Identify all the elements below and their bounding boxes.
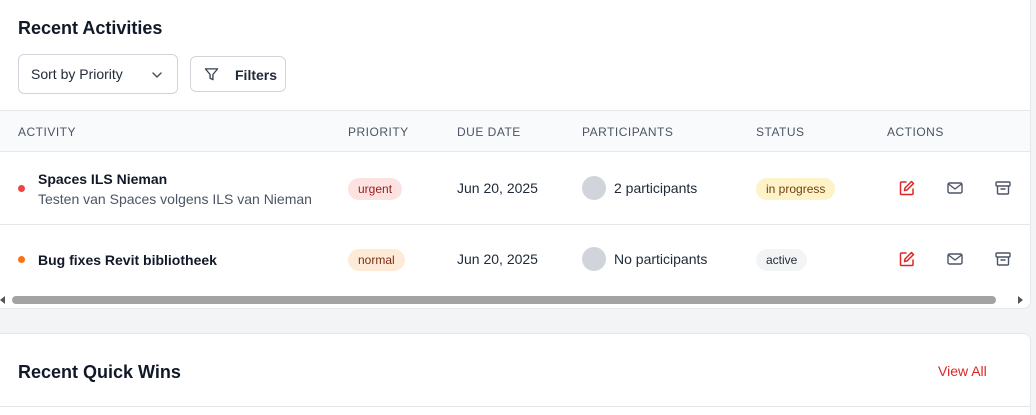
table-row[interactable]: Spaces ILS Nieman Testen van Spaces volg… [0, 152, 1030, 225]
edit-icon[interactable] [898, 179, 916, 197]
recent-activities-card: Recent Activities Sort by Priority Filte… [0, 0, 1031, 309]
column-header-actions: ACTIONS [887, 125, 944, 139]
horizontal-scrollbar[interactable] [0, 293, 1030, 307]
column-header-status[interactable]: STATUS [756, 125, 805, 139]
activity-title[interactable]: Spaces ILS Nieman [38, 171, 167, 187]
chevron-down-icon [152, 72, 162, 78]
column-header-participants[interactable]: PARTICIPANTS [582, 125, 673, 139]
due-date: Jun 20, 2025 [457, 180, 538, 196]
section-title: Recent Activities [18, 18, 163, 38]
activity-subtitle: Testen van Spaces volgens ILS van Nieman [38, 191, 312, 207]
due-date: Jun 20, 2025 [457, 251, 538, 267]
scroll-right-arrow-icon[interactable] [1018, 296, 1023, 304]
sort-select[interactable]: Sort by Priority [18, 54, 178, 94]
scroll-left-arrow-icon[interactable] [0, 296, 5, 304]
divider [0, 406, 1031, 407]
section-title: Recent Quick Wins [18, 362, 181, 382]
filters-button[interactable]: Filters [190, 56, 286, 92]
avatar [582, 176, 606, 200]
column-header-activity[interactable]: ACTIVITY [18, 125, 76, 139]
column-header-priority[interactable]: PRIORITY [348, 125, 409, 139]
recent-quick-wins-card: Recent Quick Wins View All [0, 333, 1031, 415]
sort-select-value: Sort by Priority [31, 66, 123, 82]
mail-icon[interactable] [946, 179, 964, 197]
edit-icon[interactable] [898, 250, 916, 268]
view-all-link[interactable]: View All [938, 363, 987, 379]
table-header: ACTIVITY PRIORITY DUE DATE PARTICIPANTS … [0, 110, 1030, 152]
filters-label: Filters [235, 67, 278, 83]
filter-icon [204, 68, 219, 81]
status-badge: in progress [756, 178, 836, 200]
priority-dot [18, 256, 25, 263]
priority-badge: normal [348, 249, 405, 271]
archive-icon[interactable] [994, 250, 1012, 268]
scrollbar-thumb[interactable] [12, 296, 996, 304]
table-row[interactable]: Bug fixes Revit bibliotheek normal Jun 2… [0, 225, 1030, 293]
avatar [582, 247, 606, 271]
activity-title[interactable]: Bug fixes Revit bibliotheek [38, 252, 217, 268]
participants-count: No participants [614, 251, 708, 267]
participants-count: 2 participants [614, 180, 698, 196]
column-header-due-date[interactable]: DUE DATE [457, 125, 521, 139]
priority-badge: urgent [348, 178, 403, 200]
archive-icon[interactable] [994, 179, 1012, 197]
priority-dot [18, 185, 25, 192]
page-edge [1031, 0, 1036, 415]
status-badge: active [756, 249, 808, 271]
mail-icon[interactable] [946, 250, 964, 268]
